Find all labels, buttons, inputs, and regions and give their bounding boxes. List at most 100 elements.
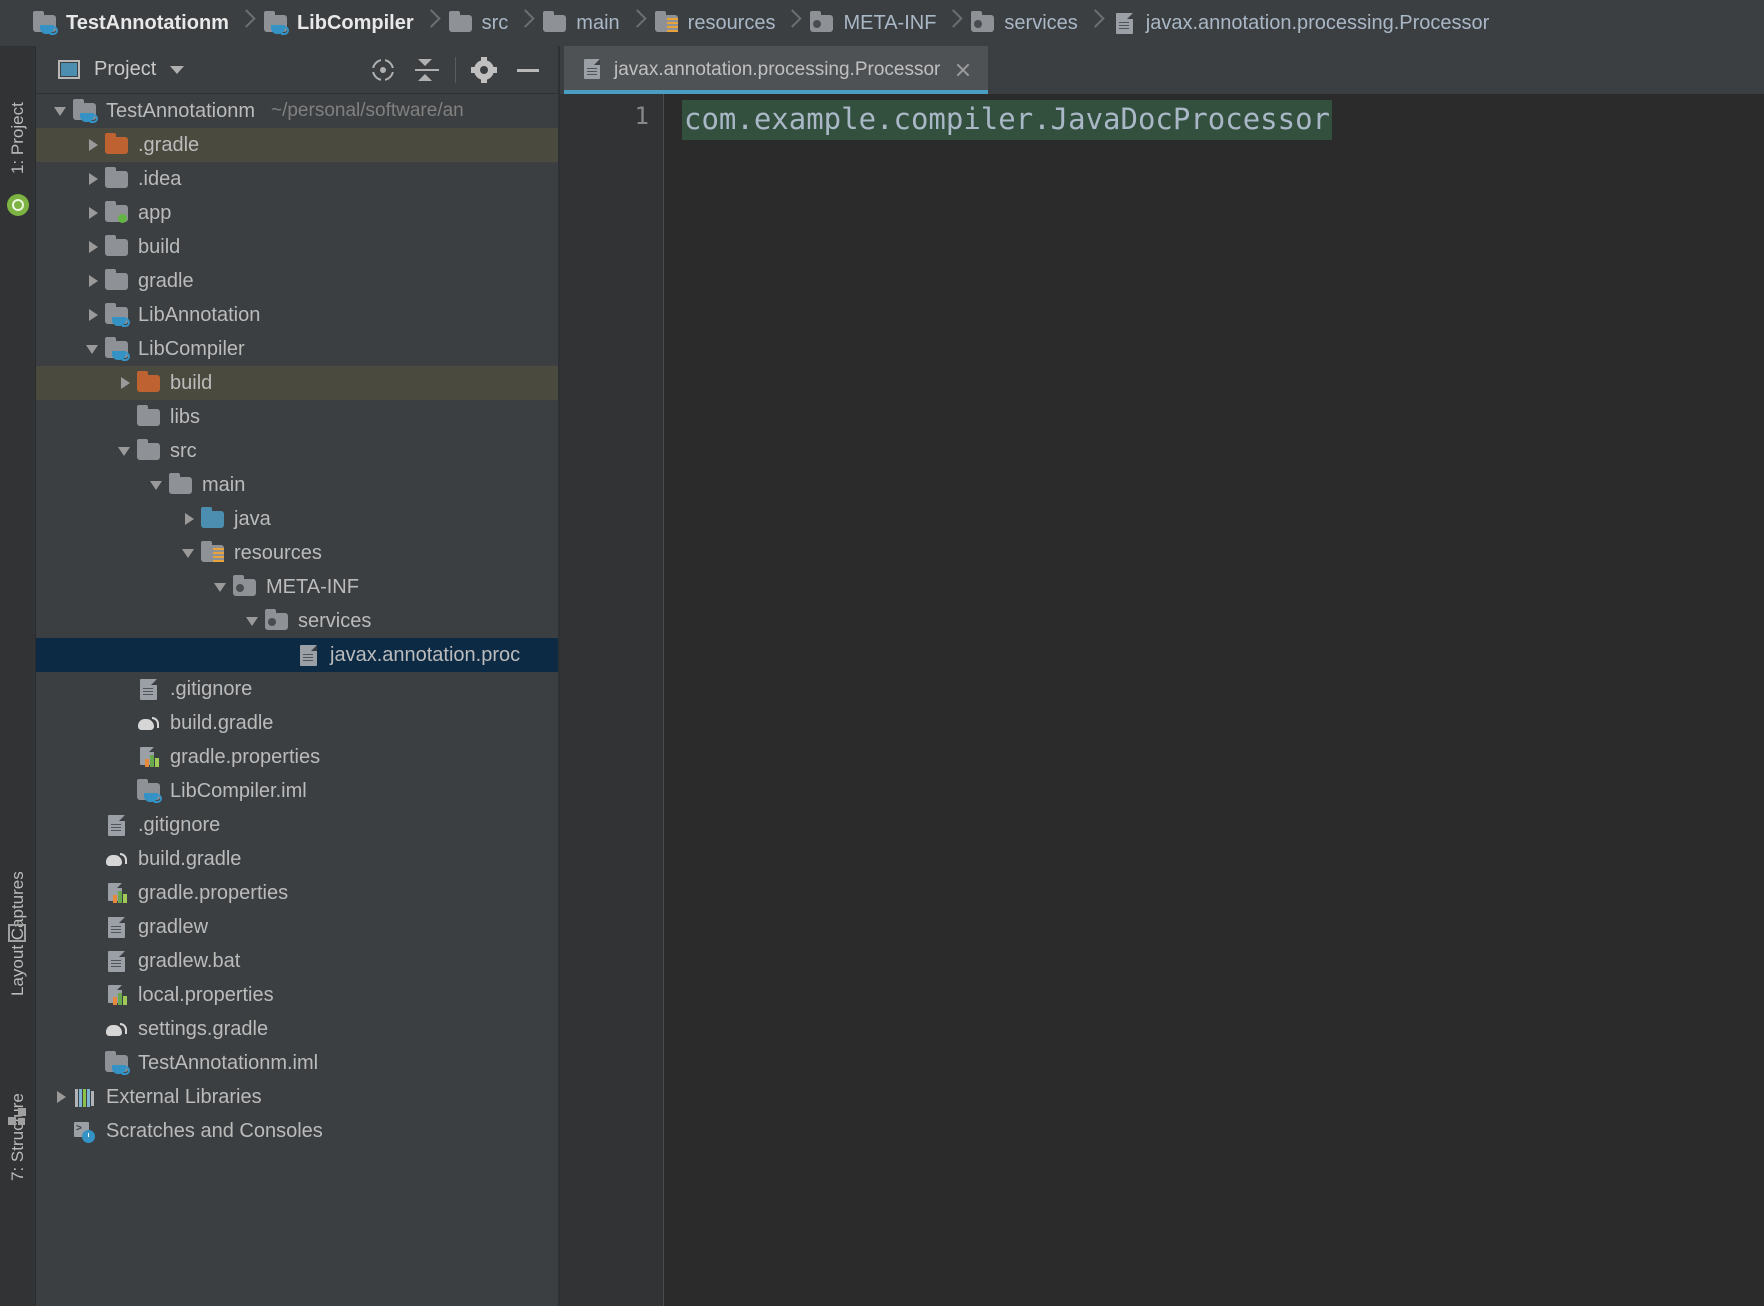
tree-row[interactable]: build [36,366,560,400]
tree-row[interactable]: .idea [36,162,560,196]
file-icon [136,676,162,702]
tree-row[interactable]: gradle.properties [36,876,560,910]
breadcrumb-item-testannotationm[interactable]: TestAnnotationm [28,0,233,46]
breadcrumb-item-libcompiler[interactable]: LibCompiler [259,0,418,46]
breadcrumb-item-resources[interactable]: resources [650,0,780,46]
target-icon [369,55,397,84]
file-icon [104,948,130,974]
chevron-right-icon[interactable] [82,134,104,156]
tree-row[interactable]: libs [36,400,560,434]
tree-row[interactable]: TestAnnotationm.iml [36,1046,560,1080]
tree-row[interactable]: gradlew.bat [36,944,560,978]
breadcrumb-item-services[interactable]: services [966,0,1081,46]
project-tree[interactable]: TestAnnotationm ~/personal/software/an .gr… [36,94,560,1306]
tree-row[interactable]: LibCompiler.iml [36,774,560,808]
project-view-icon [58,58,82,82]
project-panel: Project TestAnnotationm ~/personal/softw… [36,46,560,1306]
sidebar-item-project[interactable]: 1: Project [0,54,36,174]
chevron-right-icon[interactable] [82,202,104,224]
toolbar-divider [455,56,456,83]
breadcrumb-item-meta-inf[interactable]: META-INF [805,0,940,46]
folder-icon [542,10,568,36]
tree-row[interactable]: .gitignore [36,672,560,706]
tree-row[interactable]: javax.annotation.proc [36,638,560,672]
close-icon[interactable] [954,61,972,79]
chevron-down-icon[interactable] [82,338,104,360]
tree-row-label: javax.annotation.proc [330,643,521,666]
tree-row[interactable]: settings.gradle [36,1012,560,1046]
chevron-right-icon[interactable] [50,1086,72,1108]
chevron-right-icon[interactable] [82,270,104,292]
sidebar-item-layout-captures[interactable]: Layout Captures [0,806,36,996]
tree-row-label: resources [234,541,322,564]
chevron-right-icon[interactable] [82,304,104,326]
chevron-down-icon[interactable] [170,65,185,74]
tree-row[interactable]: build.gradle [36,706,560,740]
folder-icon [168,472,194,498]
chevron-down-icon[interactable] [178,542,200,564]
tree-row[interactable]: LibCompiler [36,332,560,366]
breadcrumb-item-src[interactable]: src [444,0,513,46]
chevron-down-icon[interactable] [210,576,232,598]
tree-row-label: TestAnnotationm [106,99,255,122]
editor-gutter[interactable]: 1 [560,94,664,1306]
code-line-1[interactable]: com.example.compiler.JavaDocProcessor [682,100,1333,140]
chevron-down-icon[interactable] [242,610,264,632]
tree-row[interactable]: .gradle [36,128,560,162]
chevron-right-icon[interactable] [178,508,200,530]
tree-row[interactable]: gradle [36,264,560,298]
settings-button[interactable] [462,48,506,92]
tree-row[interactable]: > Scratches and Consoles [36,1114,560,1148]
tree-row[interactable]: gradlew [36,910,560,944]
tree-row[interactable]: External Libraries [36,1080,560,1114]
breadcrumb-separator [628,0,646,46]
tree-row[interactable]: gradle.properties [36,740,560,774]
resources-folder-icon [654,10,680,36]
tree-row[interactable]: TestAnnotationm ~/personal/software/an [36,94,560,128]
tree-row[interactable]: java [36,502,560,536]
tree-row[interactable]: src [36,434,560,468]
scroll-from-source-button[interactable] [361,48,405,92]
hide-panel-button[interactable] [506,48,550,92]
chevron-down-icon[interactable] [50,100,72,122]
sidebar-item-structure-label: 7: Structure [8,1093,27,1181]
breadcrumb-item-label: services [1004,11,1078,34]
tree-row[interactable]: main [36,468,560,502]
tree-row[interactable]: LibAnnotation [36,298,560,332]
chevron-right-icon[interactable] [82,168,104,190]
file-icon [582,57,604,83]
editor-tab-label: javax.annotation.processing.Processor [614,59,941,80]
breadcrumb-item-main[interactable]: main [538,0,623,46]
chevron-down-icon[interactable] [114,440,136,462]
tree-row-label: app [138,201,172,224]
breadcrumb-separator [783,0,801,46]
tree-row-label: External Libraries [106,1085,262,1108]
tree-row[interactable]: resources [36,536,560,570]
chevron-right-icon[interactable] [82,236,104,258]
structure-squares-icon [8,1108,26,1126]
tree-row[interactable]: app [36,196,560,230]
tree-row[interactable]: local.properties [36,978,560,1012]
code-area[interactable]: 1 com.example.compiler.JavaDocProcessor [560,94,1764,1306]
tree-row[interactable]: META-INF [36,570,560,604]
breadcrumb-separator [944,0,962,46]
collapse-all-button[interactable] [405,48,449,92]
breadcrumb-item-label: TestAnnotationm [66,11,229,34]
editor-tab[interactable]: javax.annotation.processing.Processor [564,46,989,94]
tree-row[interactable]: build.gradle [36,842,560,876]
tree-row[interactable]: .gitignore [36,808,560,842]
chevron-down-icon[interactable] [146,474,168,496]
tree-row[interactable]: build [36,230,560,264]
tree-row[interactable]: services [36,604,560,638]
folder-icon [104,234,130,260]
breadcrumb-item-javax-annotation-processing-processor[interactable]: javax.annotation.processing.Processor [1108,0,1494,46]
chevron-right-icon[interactable] [114,372,136,394]
editor-tab-bar: javax.annotation.processing.Processor [560,46,1764,94]
project-view-selector[interactable]: Project [58,58,185,82]
editor-area: javax.annotation.processing.Processor 1 … [560,46,1764,1306]
